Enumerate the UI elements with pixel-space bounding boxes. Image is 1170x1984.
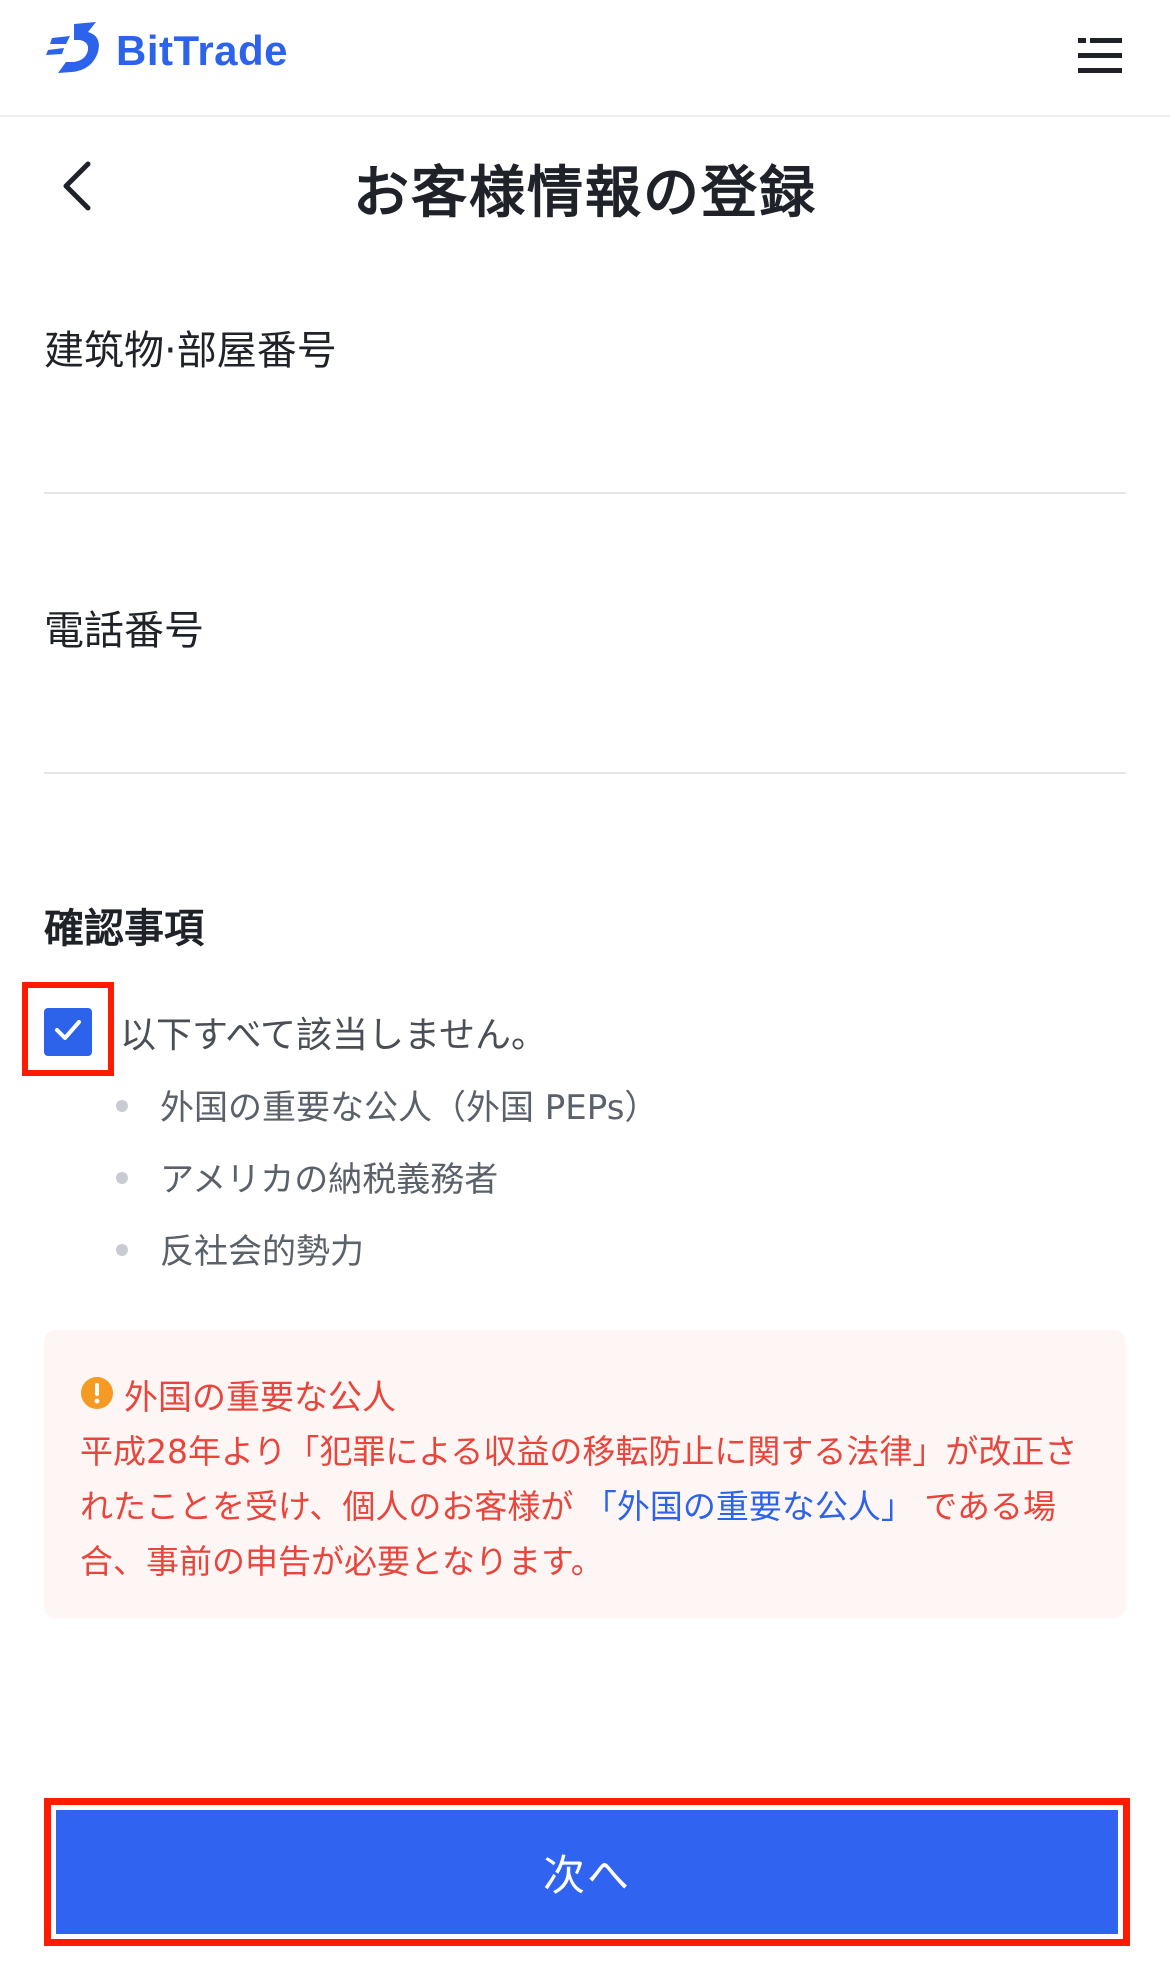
list-item-text: 反社会的勢力 (160, 1232, 364, 1272)
pep-link[interactable]: 「外国の重要な公人」 (584, 1487, 914, 1526)
checkbox-highlight-frame (22, 982, 114, 1076)
list-item-text: 外国の重要な公人（外国 PEPs） (160, 1088, 659, 1128)
building-label: 建筑物·部屋番号 (44, 328, 337, 374)
brand-name: BitTrade (116, 27, 289, 74)
pep-notice: 外国の重要な公人 平成28年より「犯罪による収益の移転防止に関する法律」が改正さ… (44, 1330, 1126, 1618)
notice-title: 外国の重要な公人 (124, 1378, 396, 1418)
bullet-icon (116, 1244, 128, 1256)
notice-body: 平成28年より「犯罪による収益の移転防止に関する法律」が改正されたことを受け、個… (80, 1424, 1090, 1589)
confirmation-title: 確認事項 (44, 906, 204, 952)
building-input[interactable] (44, 410, 1126, 480)
checkbox-label[interactable]: 以下すべて該当しません。 (120, 1006, 547, 1058)
bullet-icon (116, 1172, 128, 1184)
bullet-icon (116, 1100, 128, 1112)
menu-icon (1078, 38, 1122, 80)
notice-header: 外国の重要な公人 (80, 1370, 396, 1419)
phone-divider (44, 772, 1126, 774)
building-divider (44, 492, 1126, 494)
brand-logo[interactable]: BitTrade (44, 18, 288, 84)
app-header: BitTrade (0, 0, 1170, 117)
warning-icon (80, 1376, 124, 1414)
menu-button[interactable] (1078, 36, 1122, 76)
page-title: お客様情報の登録 (353, 161, 817, 226)
phone-input[interactable] (44, 690, 1126, 760)
bittrade-logo-icon (44, 18, 106, 84)
list-item-text: アメリカの納税義務者 (160, 1160, 499, 1200)
phone-label: 電話番号 (44, 608, 204, 654)
next-button[interactable]: 次へ (56, 1810, 1118, 1934)
